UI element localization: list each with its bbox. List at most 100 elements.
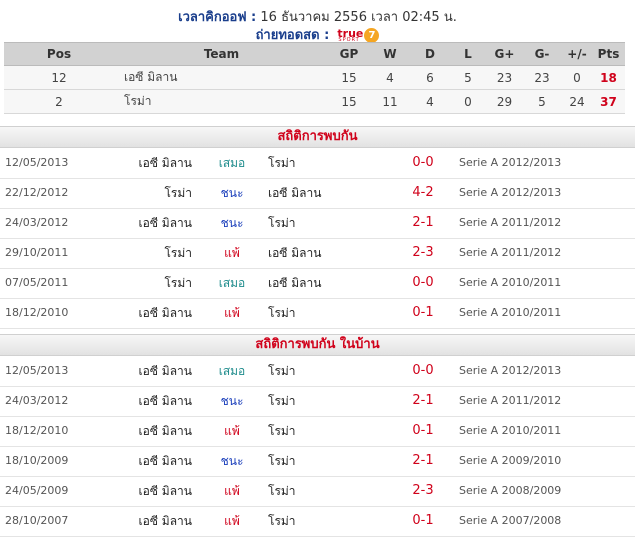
d: 6: [411, 65, 449, 90]
competition: Serie A 2011/2012: [459, 246, 562, 259]
col-ga: G-: [522, 42, 562, 66]
table-row: 2 โรม่า 15 11 4 0 29 5 24 37: [4, 89, 625, 114]
away-team: โรม่า: [268, 364, 296, 378]
match-date: 18/12/2010: [5, 424, 69, 437]
match-result: ชนะ: [220, 394, 244, 408]
match-result: ชนะ: [220, 454, 244, 468]
h2h-home-section-title: สถิติการพบกัน ในบ้าน: [0, 334, 635, 356]
away-team: โรม่า: [268, 394, 296, 408]
away-team: เอซี มิลาน: [268, 246, 322, 260]
match-result: แพ้: [224, 246, 240, 260]
competition: Serie A 2010/2011: [459, 306, 562, 319]
competition: Serie A 2012/2013: [459, 156, 562, 169]
col-gd: +/-: [562, 42, 592, 66]
pos: 12: [4, 65, 114, 90]
pts: 37: [592, 89, 625, 114]
col-w: W: [369, 42, 411, 66]
h2h-home-row: 12/05/2013 เอซี มิลาน เสมอ โรม่า 0-0 Ser…: [0, 356, 635, 387]
away-team: โรม่า: [268, 216, 296, 230]
home-team: เอซี มิลาน: [138, 424, 192, 438]
l: 5: [449, 65, 487, 90]
home-team: เอซี มิลาน: [138, 394, 192, 408]
competition: Serie A 2012/2013: [459, 186, 562, 199]
match-score: 2-3: [412, 245, 434, 260]
gp: 15: [329, 65, 369, 90]
w: 11: [369, 89, 411, 114]
away-team: โรม่า: [268, 454, 296, 468]
table-row: 12 เอซี มิลาน 15 4 6 5 23 23 0 18: [4, 65, 625, 90]
away-team: เอซี มิลาน: [268, 276, 322, 290]
competition: Serie A 2011/2012: [459, 216, 562, 229]
h2h-row: 24/03/2012 เอซี มิลาน ชนะ โรม่า 2-1 Seri…: [0, 208, 635, 239]
home-team: เอซี มิลาน: [138, 484, 192, 498]
home-team: โรม่า: [164, 246, 192, 260]
col-pts: Pts: [592, 42, 625, 66]
match-date: 24/03/2012: [5, 216, 69, 229]
gd: 0: [562, 65, 592, 90]
home-team: เอซี มิลาน: [138, 216, 192, 230]
match-date: 12/05/2013: [5, 364, 69, 377]
l: 0: [449, 89, 487, 114]
gp: 15: [329, 89, 369, 114]
col-l: L: [449, 42, 487, 66]
pts: 18: [592, 65, 625, 90]
col-gf: G+: [487, 42, 522, 66]
ga: 5: [522, 89, 562, 114]
away-team: โรม่า: [268, 156, 296, 170]
competition: Serie A 2012/2013: [459, 364, 562, 377]
h2h-section-title: สถิติการพบกัน: [0, 126, 635, 148]
home-team: เอซี มิลาน: [138, 156, 192, 170]
h2h-row: 22/12/2012 โรม่า ชนะ เอซี มิลาน 4-2 Seri…: [0, 178, 635, 209]
match-score: 0-0: [412, 275, 434, 290]
match-result: แพ้: [224, 514, 240, 528]
away-team: เอซี มิลาน: [268, 186, 322, 200]
home-team: เอซี มิลาน: [138, 364, 192, 378]
match-date: 12/05/2013: [5, 156, 69, 169]
away-team: โรม่า: [268, 514, 296, 528]
w: 4: [369, 65, 411, 90]
col-pos: Pos: [4, 42, 114, 66]
match-score: 0-1: [412, 513, 434, 528]
col-d: D: [411, 42, 449, 66]
team-name: โรม่า: [114, 89, 329, 114]
h2h-home-row: 18/10/2009 เอซี มิลาน ชนะ โรม่า 2-1 Seri…: [0, 446, 635, 477]
h2h-row: 29/10/2011 โรม่า แพ้ เอซี มิลาน 2-3 Seri…: [0, 238, 635, 269]
match-result: เสมอ: [218, 156, 246, 170]
match-score: 2-1: [412, 215, 434, 230]
match-score: 0-0: [412, 363, 434, 378]
match-score: 0-1: [412, 423, 434, 438]
home-team: เอซี มิลาน: [138, 306, 192, 320]
match-score: 0-1: [412, 305, 434, 320]
team-name: เอซี มิลาน: [114, 65, 329, 90]
h2h-home-row: 18/12/2010 เอซี มิลาน แพ้ โรม่า 0-1 Seri…: [0, 416, 635, 447]
home-team: เอซี มิลาน: [138, 454, 192, 468]
h2h-home-row: 24/03/2012 เอซี มิลาน ชนะ โรม่า 2-1 Seri…: [0, 386, 635, 417]
match-date: 22/12/2012: [5, 186, 69, 199]
col-team: Team: [114, 42, 329, 66]
match-date: 29/10/2011: [5, 246, 69, 259]
match-result: แพ้: [224, 484, 240, 498]
home-team: โรม่า: [164, 186, 192, 200]
match-result: เสมอ: [218, 364, 246, 378]
kickoff-label: เวลาคิกออฟ :: [178, 10, 257, 25]
match-result: ชนะ: [220, 216, 244, 230]
competition: Serie A 2011/2012: [459, 394, 562, 407]
match-date: 18/10/2009: [5, 454, 69, 467]
competition: Serie A 2007/2008: [459, 514, 562, 527]
pos: 2: [4, 89, 114, 114]
h2h-home-row: 28/10/2007 เอซี มิลาน แพ้ โรม่า 0-1 Seri…: [0, 506, 635, 537]
match-date: 24/03/2012: [5, 394, 69, 407]
match-date: 24/05/2009: [5, 484, 69, 497]
gf: 29: [487, 89, 522, 114]
match-result: ชนะ: [220, 186, 244, 200]
kickoff-time: 16 ธันวาคม 2556 เวลา 02:45 น.: [260, 10, 457, 25]
away-team: โรม่า: [268, 306, 296, 320]
league-table: Pos Team GP W D L G+ G- +/- Pts 12 เอซี …: [4, 42, 625, 114]
broadcast-label: ถ่ายทอดสด :: [255, 28, 330, 43]
match-result: แพ้: [224, 306, 240, 320]
match-date: 07/05/2011: [5, 276, 69, 289]
gd: 24: [562, 89, 592, 114]
away-team: โรม่า: [268, 424, 296, 438]
h2h-row: 18/12/2010 เอซี มิลาน แพ้ โรม่า 0-1 Seri…: [0, 298, 635, 329]
match-result: เสมอ: [218, 276, 246, 290]
